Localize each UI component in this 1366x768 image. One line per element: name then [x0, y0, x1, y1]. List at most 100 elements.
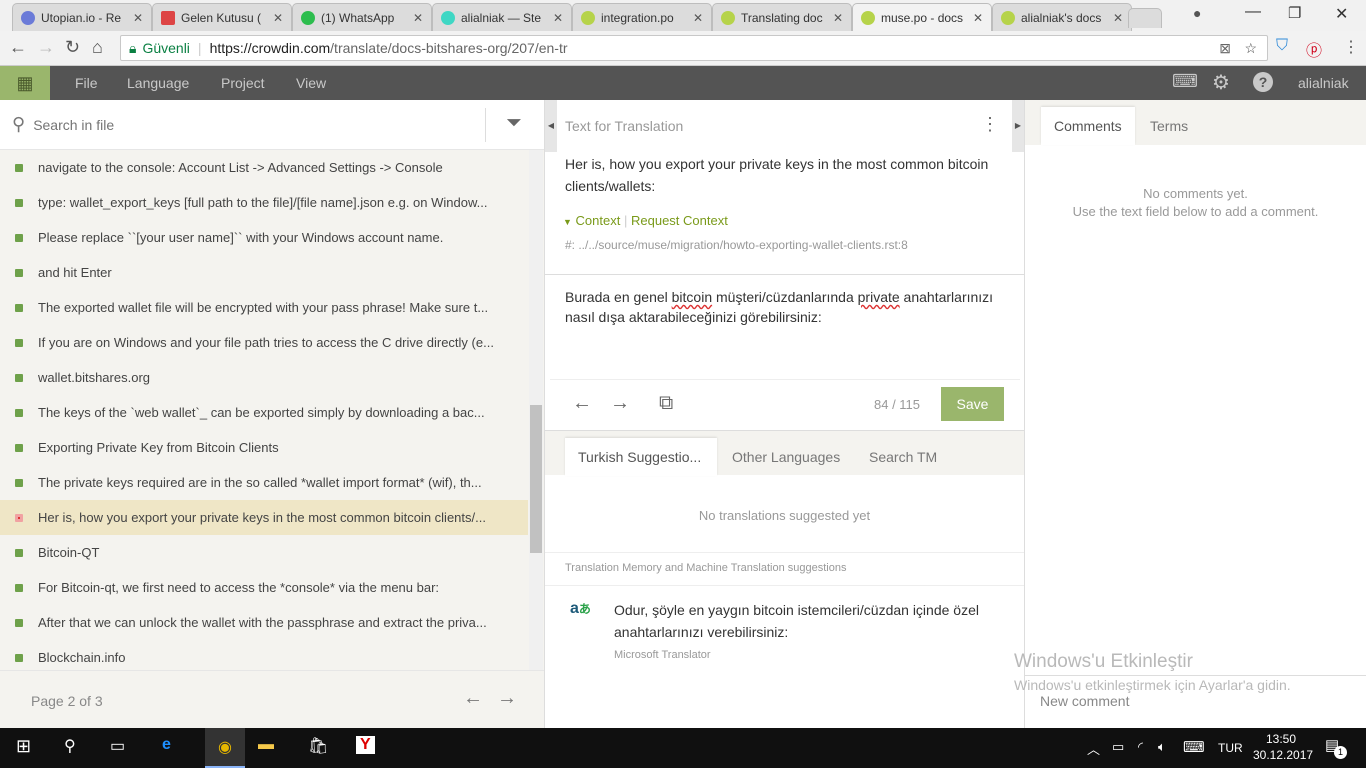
- more-options-icon[interactable]: ⋮: [981, 114, 999, 135]
- show-hidden-icon[interactable]: ︿: [1087, 739, 1100, 758]
- translation-textarea[interactable]: Burada en genel bitcoin müşteri/cüzdanla…: [565, 287, 1005, 327]
- pinterest-icon[interactable]: ⓟ: [1306, 37, 1322, 61]
- tab-search-tm[interactable]: Search TM: [856, 438, 950, 476]
- browser-tab-active[interactable]: muse.po - docs ✕: [852, 3, 992, 31]
- tab-other-languages[interactable]: Other Languages: [719, 438, 853, 476]
- file-explorer-icon[interactable]: ▬: [258, 736, 274, 754]
- list-item[interactable]: Exporting Private Key from Bitcoin Clien…: [0, 430, 528, 465]
- translated-status-icon: [15, 303, 23, 312]
- menu-language[interactable]: Language: [127, 75, 189, 91]
- home-icon[interactable]: ⌂: [92, 37, 103, 58]
- close-icon[interactable]: ✕: [273, 11, 283, 25]
- back-icon[interactable]: ←: [9, 37, 27, 58]
- tab-comments[interactable]: Comments: [1041, 107, 1135, 145]
- profile-icon[interactable]: ●: [1193, 5, 1201, 21]
- browser-tab[interactable]: alialniak — Ste ✕: [432, 3, 572, 31]
- volume-icon[interactable]: 🔈︎: [1158, 739, 1166, 755]
- context-toggle[interactable]: Context: [576, 213, 621, 228]
- prev-page-icon[interactable]: ←: [463, 687, 483, 710]
- list-item[interactable]: The keys of the `web wallet`_ can be exp…: [0, 395, 528, 430]
- windows-start-icon[interactable]: ⊞: [16, 736, 31, 757]
- forward-icon[interactable]: →: [37, 37, 55, 58]
- tab-terms[interactable]: Terms: [1137, 107, 1201, 145]
- edge-icon[interactable]: e: [162, 736, 171, 754]
- menu-file[interactable]: File: [75, 75, 98, 91]
- clock-time[interactable]: 13:50: [1266, 732, 1296, 746]
- help-icon[interactable]: ?: [1253, 72, 1273, 92]
- wifi-icon[interactable]: ◜: [1138, 739, 1143, 755]
- search-icon: ⚲: [12, 114, 26, 134]
- language-indicator[interactable]: TUR: [1218, 741, 1243, 755]
- keyboard-icon[interactable]: ⌨: [1172, 71, 1198, 92]
- close-icon[interactable]: ✕: [413, 11, 423, 25]
- chrome-menu-icon[interactable]: ⋮: [1343, 37, 1359, 57]
- list-item[interactable]: and hit Enter: [0, 255, 528, 290]
- browser-tab[interactable]: Gelen Kutusu (✕: [152, 3, 292, 31]
- browser-tab[interactable]: (1) WhatsApp ✕: [292, 3, 432, 31]
- url-bar[interactable]: 🔒︎ Güvenli | https://crowdin.com/transla…: [120, 35, 1268, 61]
- menu-view[interactable]: View: [296, 75, 326, 91]
- search-icon[interactable]: ⚲: [64, 736, 76, 756]
- list-item[interactable]: type: wallet_export_keys [full path to t…: [0, 185, 528, 220]
- scrollbar-thumb[interactable]: [530, 405, 542, 553]
- browser-tab[interactable]: integration.po ✕: [572, 3, 712, 31]
- search-input[interactable]: [33, 116, 454, 133]
- next-string-icon[interactable]: →: [610, 392, 630, 415]
- browser-tab[interactable]: Utopian.io - Re ✕: [12, 3, 152, 31]
- previous-string-icon[interactable]: ←: [572, 392, 592, 415]
- browser-tab[interactable]: Translating doc ✕: [712, 3, 852, 31]
- star-icon[interactable]: ☆: [1244, 40, 1257, 57]
- chrome-icon[interactable]: ◉: [205, 728, 245, 768]
- list-item[interactable]: Please replace ``[your user name]`` with…: [0, 220, 528, 255]
- gmail-icon: [161, 10, 175, 25]
- list-item[interactable]: The private keys required are in the so …: [0, 465, 528, 500]
- close-icon[interactable]: ✕: [693, 11, 703, 25]
- minimize-button[interactable]: —: [1245, 3, 1261, 21]
- yandex-icon[interactable]: Y: [356, 736, 375, 754]
- request-context-link[interactable]: Request Context: [631, 213, 728, 228]
- task-view-icon[interactable]: ▭: [110, 736, 125, 756]
- collapse-left-button[interactable]: ◀: [545, 100, 557, 152]
- apps-grid-button[interactable]: ▦: [0, 66, 50, 100]
- tab-turkish-suggestions[interactable]: Turkish Suggestio...: [565, 438, 717, 476]
- menu-project[interactable]: Project: [221, 75, 265, 91]
- gear-icon[interactable]: ⚙: [1212, 70, 1230, 95]
- new-tab-button[interactable]: [1128, 8, 1162, 28]
- filter-icon[interactable]: ⏷: [506, 112, 522, 135]
- user-menu[interactable]: alialniak: [1298, 75, 1349, 91]
- close-icon[interactable]: ✕: [833, 11, 843, 25]
- scrollbar[interactable]: [529, 150, 543, 670]
- next-page-icon[interactable]: →: [497, 687, 517, 710]
- restore-button[interactable]: ❐: [1288, 4, 1301, 22]
- close-icon[interactable]: ✕: [1113, 11, 1123, 25]
- address-toolbar: ← → ↻ ⌂ 🔒︎ Güvenli | https://crowdin.com…: [0, 31, 1366, 66]
- tab-title: muse.po - docs: [881, 10, 964, 25]
- close-window-button[interactable]: ✕: [1335, 4, 1348, 24]
- tab-title: integration.po: [601, 10, 674, 25]
- list-item[interactable]: If you are on Windows and your file path…: [0, 325, 528, 360]
- copy-source-icon[interactable]: ⧉: [659, 392, 673, 415]
- list-item[interactable]: The exported wallet file will be encrypt…: [0, 290, 528, 325]
- list-item-selected[interactable]: Her is, how you export your private keys…: [0, 500, 528, 535]
- save-button[interactable]: Save: [941, 387, 1004, 421]
- close-icon[interactable]: ✕: [133, 11, 143, 25]
- list-item[interactable]: After that we can unlock the wallet with…: [0, 605, 528, 640]
- store-icon[interactable]: 🛍︎: [308, 736, 328, 756]
- list-item[interactable]: Bitcoin-QT: [0, 535, 528, 570]
- translate-icon[interactable]: ⊠: [1219, 40, 1231, 57]
- mt-suggestion[interactable]: Odur, şöyle en yaygın bitcoin istemciler…: [614, 599, 1014, 643]
- close-icon[interactable]: ✕: [973, 11, 983, 25]
- vpn-extension-icon[interactable]: ⛉: [1276, 37, 1288, 55]
- item-text: Exporting Private Key from Bitcoin Clien…: [38, 440, 279, 455]
- browser-tab[interactable]: alialniak's docs ✕: [992, 3, 1132, 31]
- list-item[interactable]: navigate to the console: Account List ->…: [0, 150, 528, 185]
- list-item[interactable]: For Bitcoin-qt, we first need to access …: [0, 570, 528, 605]
- reload-icon[interactable]: ↻: [65, 37, 80, 58]
- keyboard-icon[interactable]: ⌨: [1183, 738, 1205, 756]
- clock-date[interactable]: 30.12.2017: [1253, 748, 1313, 762]
- close-icon[interactable]: ✕: [553, 11, 563, 25]
- battery-icon[interactable]: ▭: [1112, 739, 1124, 755]
- list-item[interactable]: wallet.bitshares.org: [0, 360, 528, 395]
- collapse-right-button[interactable]: ▶: [1012, 100, 1024, 152]
- new-comment-input[interactable]: New comment: [1040, 693, 1129, 709]
